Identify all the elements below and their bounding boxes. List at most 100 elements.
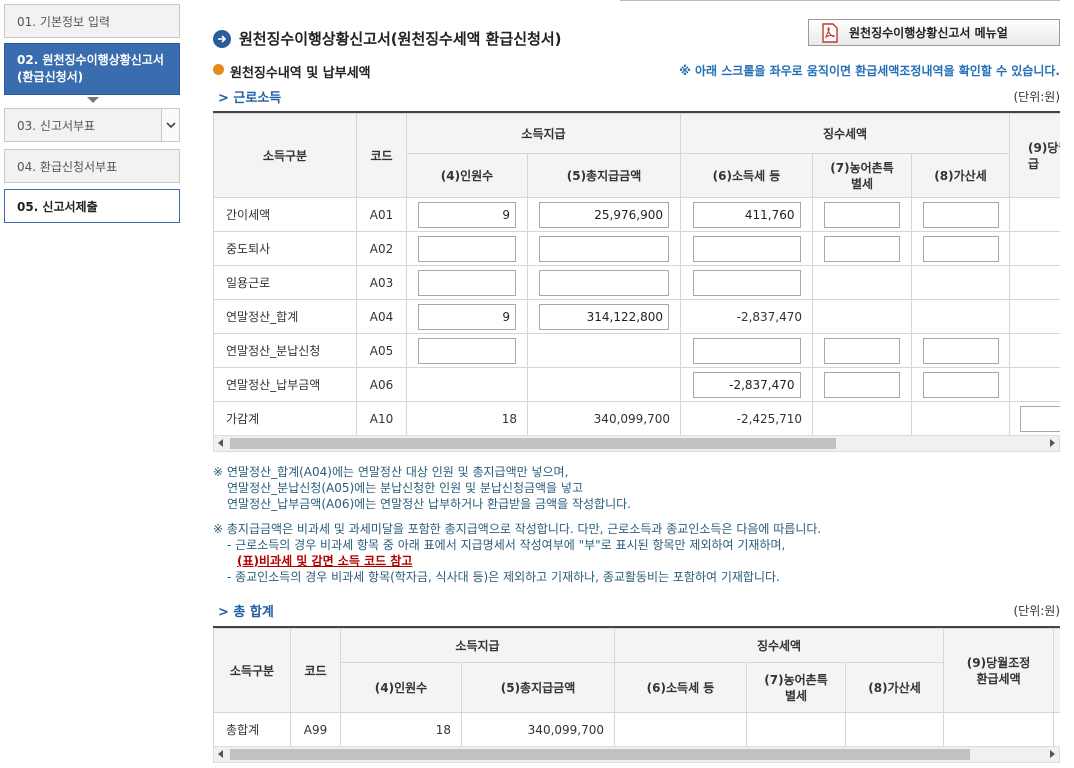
notes-block-2: ※ 총지급금액은 비과세 및 과세미달을 포함한 총지급액으로 작성합니다. 다… [213,521,821,585]
header-headcount: (4)인원수 [406,153,528,198]
penalty-tax-cell [911,401,1011,435]
total-table-viewport: 소득구분 코드 소득지급 징수세액 (9)당월조정환급세액 (4)인원수 (5)… [213,626,1060,746]
header-code: 코드 [290,628,341,713]
refund-cell [1009,231,1060,266]
header-income-tax: (6)소득세 등 [680,153,814,198]
rural-tax-input[interactable] [824,235,901,262]
row-code: A10 [356,401,407,435]
row-label: 연말정산_납부금액 [213,367,357,402]
income-tax-input[interactable] [692,337,801,364]
scrollbar-thumb[interactable] [230,749,970,760]
total-payment-input[interactable] [539,235,669,262]
rural-tax-input[interactable] [824,337,901,364]
row-label: 일용근로 [213,265,357,300]
monthly-refund-input[interactable] [1020,405,1060,432]
header-monthly-refund: (9)당월조정환급 [1009,113,1060,198]
header-code: 코드 [356,113,407,198]
headcount-input[interactable] [418,269,516,296]
manual-button-label: 원천징수이행상황신고서 메뉴얼 [849,26,1008,40]
chevron-down-icon[interactable] [161,109,179,141]
labor-income-table: 소득구분 코드 소득지급 징수세액 (9)당월조정환급 (4)인원수 (5)총지… [213,113,1060,435]
refund-cell [1009,197,1060,232]
scroll-left-icon[interactable] [218,750,223,758]
scroll-right-icon[interactable] [1050,439,1055,447]
penalty-tax-cell [911,265,1011,300]
rural-tax-input[interactable] [824,201,901,228]
nontaxable-code-link[interactable]: (표)비과세 및 감면 소득 코드 참고 [237,554,412,568]
header-income-type: 소득구분 [213,628,291,713]
total-payment-cell [526,333,682,368]
unit-label: (단위:원) [1013,90,1060,104]
header-penalty-tax: (8)가산세 [845,662,945,713]
row-code: A01 [356,197,407,232]
header-extra [1053,628,1060,713]
header-income-tax: (6)소득세 등 [614,662,748,713]
header-headcount: (4)인원수 [340,662,462,713]
header-income-payment: 소득지급 [339,628,616,663]
arrow-circle-icon [213,30,231,48]
notes-block-1: ※ 연말정산_합계(A04)에는 연말정산 대상 인원 및 총지급액만 넣으며,… [213,464,631,512]
income-tax-input[interactable]: -2,837,470 [692,371,801,398]
nav-step-label: 01. 기본정보 입력 [17,14,110,29]
manual-button[interactable]: 원천징수이행상황신고서 메뉴얼 [808,19,1060,46]
table-row: 중도퇴사 A02 [213,231,1060,266]
header-rural-tax: (7)농어촌특별세 [812,153,913,198]
bullet-icon [213,64,224,75]
headcount-input[interactable] [418,235,516,262]
page-title: 원천징수이행상황신고서(원천징수세액 환급신청서) [239,30,562,48]
income-tax-value [614,712,748,746]
nav-step-report-attachments[interactable]: 03. 신고서부표 [4,108,180,142]
penalty-tax-input[interactable] [922,235,999,262]
total-payment-input[interactable]: 25,976,900 [539,201,669,228]
row-code: A06 [356,367,407,402]
row-label: 연말정산_합계 [213,299,357,334]
nav-step-basic-info[interactable]: 01. 기본정보 입력 [4,4,180,38]
refund-cell [1009,265,1060,300]
table-row: 가감계 A10 18 340,099,700 -2,425,710 [213,401,1060,435]
headcount-input[interactable]: 9 [418,201,516,228]
nav-step-label: 04. 환급신청서부표 [17,159,118,174]
penalty-tax-input[interactable] [922,201,999,228]
rural-tax-input[interactable] [824,371,901,398]
row-label: 연말정산_분납신청 [213,333,357,368]
total-payment-cell [526,367,682,402]
header-tax-collected: 징수세액 [614,628,945,663]
headcount-value: 18 [340,712,462,746]
row-code: A04 [356,299,407,334]
income-tax-input[interactable] [692,235,801,262]
monthly-refund-value [943,712,1055,746]
scroll-left-icon[interactable] [218,439,223,447]
total-payment-value: 340,099,700 [526,401,682,435]
labor-table-scrollbar[interactable] [213,435,1060,452]
penalty-tax-input[interactable] [922,337,999,364]
header-total-payment: (5)총지급금액 [526,153,682,198]
nav-step-submit[interactable]: 05. 신고서제출 [4,189,180,223]
row-code: A99 [290,712,341,746]
nav-step-refund-attachments[interactable]: 04. 환급신청서부표 [4,149,180,183]
total-payment-input[interactable] [539,269,669,296]
headcount-value: 18 [406,401,528,435]
income-tax-input[interactable] [692,269,801,296]
penalty-tax-input[interactable] [922,371,999,398]
headcount-input[interactable] [418,337,516,364]
note-line: ※ 연말정산_합계(A04)에는 연말정산 대상 인원 및 총지급액만 넣으며, [213,465,569,479]
scroll-right-icon[interactable] [1050,750,1055,758]
scroll-hint: ※ 아래 스크롤을 좌우로 움직이면 환급세액조정내역을 확인할 수 있습니다. [679,64,1060,78]
extra-cell [1053,712,1060,746]
total-table-scrollbar[interactable] [213,746,1060,763]
table-row: 총합계 A99 18 340,099,700 [213,712,1060,746]
row-code: A03 [356,265,407,300]
header-tax-collected: 징수세액 [680,113,1011,154]
scrollbar-thumb[interactable] [230,438,836,449]
table-row: 연말정산_납부금액 A06 -2,837,470 [213,367,1060,402]
header-income-payment: 소득지급 [405,113,682,154]
header-monthly-refund: (9)당월조정환급세액 [943,628,1055,713]
total-payment-input[interactable]: 314,122,800 [539,303,669,330]
headcount-input[interactable]: 9 [418,303,516,330]
income-tax-input[interactable]: 411,760 [692,201,801,228]
nav-step-withholding-report[interactable]: 02. 원천징수이행상황신고서(환급신청서) [4,43,180,95]
nav-step-label: 05. 신고서제출 [17,199,98,214]
rural-tax-value [746,712,847,746]
header-penalty-tax: (8)가산세 [911,153,1011,198]
unit-label: (단위:원) [1013,604,1060,618]
